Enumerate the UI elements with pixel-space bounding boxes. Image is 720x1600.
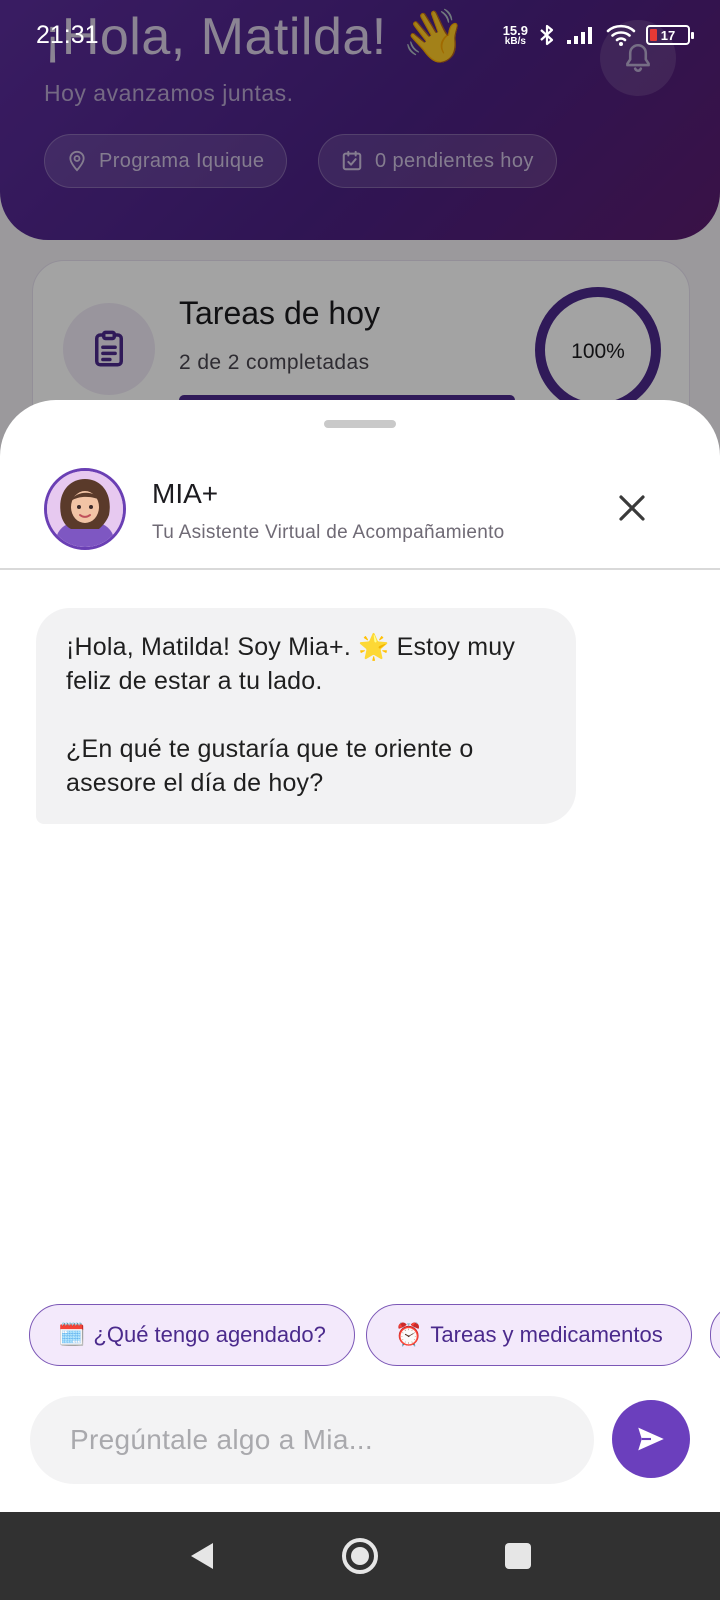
bot-subtitle: Tu Asistente Virtual de Acompañamiento xyxy=(152,522,505,543)
close-button[interactable] xyxy=(610,486,654,530)
quick-reply-label: ¿Qué tengo agendado? xyxy=(93,1322,326,1347)
bot-message-paragraph: ¡Hola, Matilda! Soy Mia+. 🌟 Estoy muy fe… xyxy=(66,633,516,695)
network-speed-unit: kB/s xyxy=(504,35,526,47)
message-input[interactable]: Pregúntale algo a Mia... xyxy=(30,1396,594,1484)
signal-icon xyxy=(567,27,592,44)
bot-message-paragraph: ¿En qué te gustaría que te oriente o ase… xyxy=(66,735,474,797)
close-icon xyxy=(619,495,645,521)
status-time: 21:31 xyxy=(36,20,99,49)
bot-message-bubble: ¡Hola, Matilda! Soy Mia+. 🌟 Estoy muy fe… xyxy=(36,608,576,824)
calendar-emoji-icon: 🗓️ xyxy=(58,1322,86,1347)
battery-icon: 17 xyxy=(646,25,694,45)
chat-bottom-sheet: MIA+ Tu Asistente Virtual de Acompañamie… xyxy=(0,400,720,1512)
status-icons: 15.9 kB/s 17 xyxy=(503,23,694,47)
nav-home-button[interactable] xyxy=(336,1532,384,1580)
quick-replies-row: 🗓️ ¿Qué tengo agendado? ⏰ Tareas y medic… xyxy=(0,1304,720,1368)
wifi-icon xyxy=(606,24,636,46)
quick-reply-agenda[interactable]: 🗓️ ¿Qué tengo agendado? xyxy=(29,1304,355,1366)
home-circle-icon xyxy=(342,1538,378,1574)
status-bar: 21:31 15.9 kB/s 17 xyxy=(0,0,720,70)
quick-reply-tasks[interactable]: ⏰ Tareas y medicamentos xyxy=(366,1304,692,1366)
app-screen: ¡Hola, Matilda! 👋 Hoy avanzamos juntas. … xyxy=(0,0,720,1600)
nav-back-button[interactable] xyxy=(178,1532,226,1580)
quick-reply-label: Tareas y medicamentos xyxy=(430,1322,663,1347)
composer: Pregúntale algo a Mia... xyxy=(0,1386,720,1512)
alarm-clock-emoji-icon: ⏰ xyxy=(395,1322,423,1347)
bluetooth-icon xyxy=(540,24,554,46)
header-divider xyxy=(0,568,720,570)
nav-recents-button[interactable] xyxy=(494,1532,542,1580)
network-speed-value: 15.9 xyxy=(502,22,528,38)
bot-avatar xyxy=(44,468,126,550)
system-nav-bar xyxy=(0,1512,720,1600)
network-speed: 15.9 kB/s xyxy=(503,24,528,47)
back-triangle-icon xyxy=(191,1543,213,1569)
send-button[interactable] xyxy=(612,1400,690,1478)
message-input-placeholder: Pregúntale algo a Mia... xyxy=(70,1424,373,1455)
bot-name: MIA+ xyxy=(152,478,219,509)
quick-reply-more[interactable] xyxy=(710,1304,720,1366)
battery-level: 17 xyxy=(660,27,676,43)
send-icon xyxy=(638,1427,664,1451)
drag-handle[interactable] xyxy=(324,420,396,428)
recents-square-icon xyxy=(505,1543,531,1569)
